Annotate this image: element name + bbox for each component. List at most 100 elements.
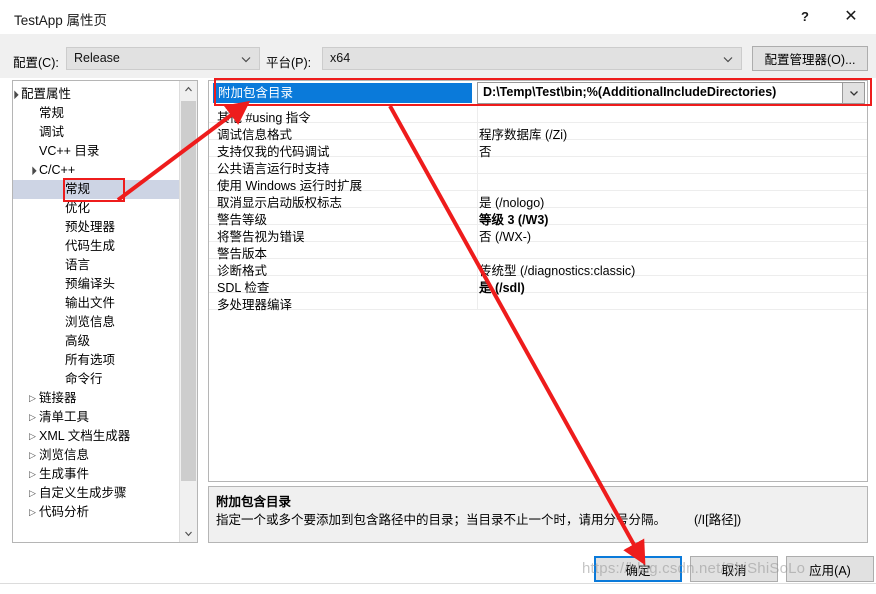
property-row[interactable]: 支持仅我的代码调试否 bbox=[209, 140, 867, 159]
tree-item-5[interactable]: 常规 bbox=[13, 180, 181, 199]
property-row[interactable]: 诊断格式 传统型 (/diagnostics:classic) bbox=[209, 259, 867, 278]
triangle-collapsed-icon[interactable]: ▷ bbox=[29, 389, 36, 408]
tree-item-label: 调试 bbox=[39, 125, 65, 139]
tree-scrollbar-thumb[interactable] bbox=[181, 101, 196, 481]
tree-item-12[interactable]: 浏览信息 bbox=[13, 313, 181, 332]
tree-item-9[interactable]: 语言 bbox=[13, 256, 181, 275]
tree-item-label: 配置属性 bbox=[21, 87, 72, 101]
tree-item-8[interactable]: 代码生成 bbox=[13, 237, 181, 256]
tree-item-15[interactable]: 命令行 bbox=[13, 370, 181, 389]
tree-item-label: 所有选项 bbox=[65, 353, 116, 367]
chevron-down-icon bbox=[239, 52, 253, 66]
column-splitter[interactable] bbox=[477, 242, 478, 259]
triangle-collapsed-icon[interactable]: ▷ bbox=[29, 503, 36, 522]
tree-item-label: 浏览信息 bbox=[65, 315, 116, 329]
column-splitter[interactable] bbox=[477, 191, 478, 208]
tree-item-label: 优化 bbox=[65, 201, 91, 215]
tree-item-0[interactable]: ◢ 配置属性 bbox=[13, 85, 181, 104]
help-icon[interactable]: ? bbox=[784, 0, 826, 32]
cancel-button[interactable]: 取消 bbox=[690, 556, 778, 582]
tree-item-2[interactable]: 调试 bbox=[13, 123, 181, 142]
column-splitter[interactable] bbox=[477, 276, 478, 293]
tree-item-3[interactable]: VC++ 目录 bbox=[13, 142, 181, 161]
window-title: TestApp 属性页 bbox=[14, 13, 108, 28]
description-body: 指定一个或多个要添加到包含路径中的目录；当目录不止一个时，请用分号分隔。 bbox=[216, 513, 667, 527]
tree-item-1[interactable]: 常规 bbox=[13, 104, 181, 123]
tree-item-label: 代码分析 bbox=[39, 505, 90, 519]
tree-item-label: 生成事件 bbox=[39, 467, 90, 481]
column-splitter[interactable] bbox=[477, 157, 478, 174]
tree-item-label: 输出文件 bbox=[65, 296, 116, 310]
platform-dropdown[interactable]: x64 bbox=[322, 47, 742, 70]
tree-item-label: VC++ 目录 bbox=[39, 144, 100, 158]
property-row[interactable]: 将警告视为错误否 (/WX-) bbox=[209, 225, 867, 244]
scroll-up-icon[interactable] bbox=[180, 81, 197, 98]
property-row[interactable]: 警告等级 等级 3 (/W3) bbox=[209, 208, 867, 227]
tree-item-19[interactable]: ▷ 浏览信息 bbox=[13, 446, 181, 465]
column-splitter[interactable] bbox=[477, 140, 478, 157]
property-value-editor[interactable]: D:\Temp\Test\bin;%(AdditionalIncludeDire… bbox=[477, 82, 865, 104]
tree-item-17[interactable]: ▷ 清单工具 bbox=[13, 408, 181, 427]
footer-separator bbox=[0, 583, 876, 584]
tree-item-label: C/C++ bbox=[39, 163, 76, 177]
property-row[interactable]: 调试信息格式 程序数据库 (/Zi) bbox=[209, 123, 867, 142]
property-grid[interactable]: 附加包含目录 D:\Temp\Test\bin;%(AdditionalIncl… bbox=[208, 80, 868, 482]
triangle-collapsed-icon[interactable]: ▷ bbox=[29, 465, 36, 484]
tree-item-label: XML 文档生成器 bbox=[39, 429, 131, 443]
tree-item-14[interactable]: 所有选项 bbox=[13, 351, 181, 370]
column-splitter[interactable] bbox=[477, 259, 478, 276]
column-splitter[interactable] bbox=[477, 293, 478, 310]
ok-button[interactable]: 确定 bbox=[594, 556, 682, 582]
close-icon[interactable]: ✕ bbox=[830, 0, 872, 32]
triangle-collapsed-icon[interactable]: ▷ bbox=[29, 446, 36, 465]
tree-item-21[interactable]: ▷ 自定义生成步骤 bbox=[13, 484, 181, 503]
tree-item-10[interactable]: 预编译头 bbox=[13, 275, 181, 294]
property-tree-list: ◢ 配置属性 常规 调试 VC++ 目录 ◢ C/C++ 常规 优化 预处理器 代码生成 语言 预编译头… bbox=[13, 81, 181, 522]
column-splitter[interactable] bbox=[477, 174, 478, 191]
tree-item-16[interactable]: ▷ 链接器 bbox=[13, 389, 181, 408]
property-row[interactable]: 多处理器编译 bbox=[209, 293, 867, 312]
tree-item-label: 常规 bbox=[65, 182, 91, 196]
property-row[interactable]: 警告版本 bbox=[209, 242, 867, 261]
tree-scrollbar[interactable] bbox=[179, 81, 197, 542]
scroll-down-icon[interactable] bbox=[180, 525, 197, 542]
triangle-collapsed-icon[interactable]: ▷ bbox=[29, 408, 36, 427]
property-row[interactable]: 其他 #using 指令 bbox=[209, 106, 867, 125]
apply-button[interactable]: 应用(A) bbox=[786, 556, 874, 582]
configuration-label: 配置(C): bbox=[13, 56, 59, 70]
configuration-manager-button[interactable]: 配置管理器(O)... bbox=[752, 46, 868, 71]
property-name-selected: 附加包含目录 bbox=[213, 83, 472, 103]
title-bar: TestApp 属性页 ? ✕ bbox=[0, 0, 876, 35]
column-splitter[interactable] bbox=[477, 208, 478, 225]
tree-item-label: 常规 bbox=[39, 106, 65, 120]
column-splitter[interactable] bbox=[477, 123, 478, 140]
chevron-down-icon[interactable] bbox=[842, 83, 864, 103]
property-row[interactable]: 公共语言运行时支持 bbox=[209, 157, 867, 176]
property-row[interactable]: 取消显示启动版权标志是 (/nologo) bbox=[209, 191, 867, 210]
triangle-collapsed-icon[interactable]: ▷ bbox=[29, 484, 36, 503]
property-name: 多处理器编译 bbox=[217, 298, 293, 312]
chevron-down-icon bbox=[721, 52, 735, 66]
property-row-selected[interactable]: 附加包含目录 D:\Temp\Test\bin;%(AdditionalIncl… bbox=[209, 81, 867, 105]
tree-item-22[interactable]: ▷ 代码分析 bbox=[13, 503, 181, 522]
description-switch: (/I[路径]) bbox=[694, 513, 742, 527]
property-tree-panel[interactable]: ◢ 配置属性 常规 调试 VC++ 目录 ◢ C/C++ 常规 优化 预处理器 代码生成 语言 预编译头… bbox=[12, 80, 198, 543]
configuration-value: Release bbox=[74, 51, 120, 65]
triangle-collapsed-icon[interactable]: ▷ bbox=[29, 427, 36, 446]
tree-item-7[interactable]: 预处理器 bbox=[13, 218, 181, 237]
tree-item-18[interactable]: ▷ XML 文档生成器 bbox=[13, 427, 181, 446]
column-splitter[interactable] bbox=[477, 225, 478, 242]
tree-item-11[interactable]: 输出文件 bbox=[13, 294, 181, 313]
tree-item-20[interactable]: ▷ 生成事件 bbox=[13, 465, 181, 484]
tree-item-label: 链接器 bbox=[39, 391, 77, 405]
column-splitter[interactable] bbox=[477, 106, 478, 123]
tree-item-label: 自定义生成步骤 bbox=[39, 486, 127, 500]
property-row[interactable]: 使用 Windows 运行时扩展 bbox=[209, 174, 867, 193]
platform-label: 平台(P): bbox=[266, 56, 312, 70]
configuration-dropdown[interactable]: Release bbox=[66, 47, 260, 70]
tree-item-label: 清单工具 bbox=[39, 410, 90, 424]
tree-item-4[interactable]: ◢ C/C++ bbox=[13, 161, 181, 180]
tree-item-6[interactable]: 优化 bbox=[13, 199, 181, 218]
tree-item-13[interactable]: 高级 bbox=[13, 332, 181, 351]
property-row[interactable]: SDL 检查是 (/sdl) bbox=[209, 276, 867, 295]
